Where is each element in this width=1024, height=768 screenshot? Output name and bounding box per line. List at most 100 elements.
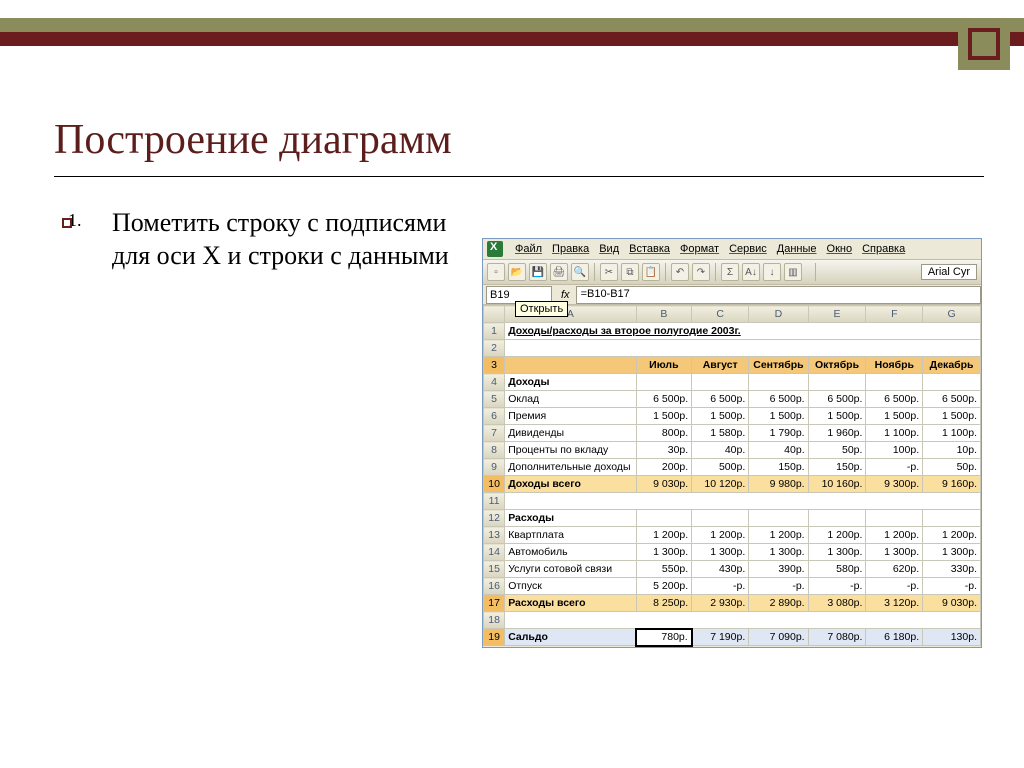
col-header-B[interactable]: B: [636, 306, 692, 323]
cell-14-1[interactable]: 1 300р.: [692, 544, 749, 561]
menu-data[interactable]: Данные: [777, 243, 817, 255]
cell-7-4[interactable]: 1 100р.: [866, 425, 923, 442]
menu-tools[interactable]: Сервис: [729, 243, 767, 255]
cell-17-1[interactable]: 2 930р.: [692, 595, 749, 612]
cell-7-3[interactable]: 1 960р.: [808, 425, 866, 442]
row-header-8[interactable]: 8: [484, 442, 505, 459]
cell-5-4[interactable]: 6 500р.: [866, 391, 923, 408]
cell-16-0[interactable]: 5 200р.: [636, 578, 692, 595]
row-label-6[interactable]: Премия: [505, 408, 636, 425]
sort-asc-icon[interactable]: A↓: [742, 263, 760, 281]
cut-icon[interactable]: ✂: [600, 263, 618, 281]
chart-wizard-icon[interactable]: ▥: [784, 263, 802, 281]
cell-8-2[interactable]: 40р.: [749, 442, 808, 459]
row-header-11[interactable]: 11: [484, 493, 505, 510]
cell-12-0[interactable]: [636, 510, 692, 527]
cell-7-2[interactable]: 1 790р.: [749, 425, 808, 442]
cell-9-1[interactable]: 500р.: [692, 459, 749, 476]
row-header-2[interactable]: 2: [484, 340, 505, 357]
row-label-17[interactable]: Расходы всего: [505, 595, 636, 612]
paste-icon[interactable]: 📋: [642, 263, 660, 281]
cell-7-1[interactable]: 1 580р.: [692, 425, 749, 442]
row-header-16[interactable]: 16: [484, 578, 505, 595]
row-header-5[interactable]: 5: [484, 391, 505, 408]
col-header-G[interactable]: G: [923, 306, 981, 323]
cell-14-5[interactable]: 1 300р.: [923, 544, 981, 561]
row-label-5[interactable]: Оклад: [505, 391, 636, 408]
month-header-1[interactable]: Август: [692, 357, 749, 374]
cell-7-5[interactable]: 1 100р.: [923, 425, 981, 442]
cell-17-4[interactable]: 3 120р.: [866, 595, 923, 612]
row-label-16[interactable]: Отпуск: [505, 578, 636, 595]
cell-8-0[interactable]: 30р.: [636, 442, 692, 459]
cell-9-3[interactable]: 150р.: [808, 459, 866, 476]
cell-19-5[interactable]: 130р.: [923, 629, 981, 646]
name-box[interactable]: B19: [486, 286, 552, 304]
month-header-2[interactable]: Сентябрь: [749, 357, 808, 374]
row-header-4[interactable]: 4: [484, 374, 505, 391]
cell-9-2[interactable]: 150р.: [749, 459, 808, 476]
select-all-corner[interactable]: [484, 306, 505, 323]
cell-5-2[interactable]: 6 500р.: [749, 391, 808, 408]
cell-12-3[interactable]: [808, 510, 866, 527]
month-header-0[interactable]: Июль: [636, 357, 692, 374]
print-icon[interactable]: 🖨: [550, 263, 568, 281]
cell-14-3[interactable]: 1 300р.: [808, 544, 866, 561]
cell-8-5[interactable]: 10р.: [923, 442, 981, 459]
menu-edit[interactable]: Правка: [552, 243, 589, 255]
row-label-15[interactable]: Услуги сотовой связи: [505, 561, 636, 578]
cell-A3[interactable]: [505, 357, 636, 374]
cell-5-3[interactable]: 6 500р.: [808, 391, 866, 408]
row-label-7[interactable]: Дивиденды: [505, 425, 636, 442]
cell-10-3[interactable]: 10 160р.: [808, 476, 866, 493]
row-label-13[interactable]: Квартплата: [505, 527, 636, 544]
cell-blank-18[interactable]: [505, 612, 981, 629]
cell-16-3[interactable]: -р.: [808, 578, 866, 595]
undo-icon[interactable]: ↶: [671, 263, 689, 281]
cell-5-1[interactable]: 6 500р.: [692, 391, 749, 408]
cell-8-3[interactable]: 50р.: [808, 442, 866, 459]
col-header-A[interactable]: A: [505, 306, 636, 323]
cell-15-0[interactable]: 550р.: [636, 561, 692, 578]
fx-icon[interactable]: fx: [555, 289, 576, 301]
cell-15-1[interactable]: 430р.: [692, 561, 749, 578]
row-header-7[interactable]: 7: [484, 425, 505, 442]
cell-4-3[interactable]: [808, 374, 866, 391]
cell-17-2[interactable]: 2 890р.: [749, 595, 808, 612]
menu-format[interactable]: Формат: [680, 243, 719, 255]
row-header-12[interactable]: 12: [484, 510, 505, 527]
row-header-1[interactable]: 1: [484, 323, 505, 340]
cell-10-0[interactable]: 9 030р.: [636, 476, 692, 493]
cell-14-4[interactable]: 1 300р.: [866, 544, 923, 561]
col-header-C[interactable]: C: [692, 306, 749, 323]
cell-13-3[interactable]: 1 200р.: [808, 527, 866, 544]
cell-10-5[interactable]: 9 160р.: [923, 476, 981, 493]
menu-help[interactable]: Справка: [862, 243, 905, 255]
cell-4-4[interactable]: [866, 374, 923, 391]
cell-13-5[interactable]: 1 200р.: [923, 527, 981, 544]
cell-4-2[interactable]: [749, 374, 808, 391]
cell-9-0[interactable]: 200р.: [636, 459, 692, 476]
cell-6-5[interactable]: 1 500р.: [923, 408, 981, 425]
new-icon[interactable]: ▫: [487, 263, 505, 281]
open-icon[interactable]: 📂: [508, 263, 526, 281]
cell-6-1[interactable]: 1 500р.: [692, 408, 749, 425]
cell-4-5[interactable]: [923, 374, 981, 391]
menu-view[interactable]: Вид: [599, 243, 619, 255]
cell-8-1[interactable]: 40р.: [692, 442, 749, 459]
row-label-9[interactable]: Дополнительные доходы: [505, 459, 636, 476]
cell-19-2[interactable]: 7 090р.: [749, 629, 808, 646]
row-label-10[interactable]: Доходы всего: [505, 476, 636, 493]
row-header-15[interactable]: 15: [484, 561, 505, 578]
cell-15-2[interactable]: 390р.: [749, 561, 808, 578]
copy-icon[interactable]: ⧉: [621, 263, 639, 281]
sheet-title-cell[interactable]: Доходы/расходы за второе полугодие 2003г…: [505, 323, 981, 340]
cell-16-4[interactable]: -р.: [866, 578, 923, 595]
month-header-5[interactable]: Декабрь: [923, 357, 981, 374]
cell-6-0[interactable]: 1 500р.: [636, 408, 692, 425]
cell-10-1[interactable]: 10 120р.: [692, 476, 749, 493]
row-header-14[interactable]: 14: [484, 544, 505, 561]
row-header-13[interactable]: 13: [484, 527, 505, 544]
month-header-3[interactable]: Октябрь: [808, 357, 866, 374]
cell-17-3[interactable]: 3 080р.: [808, 595, 866, 612]
